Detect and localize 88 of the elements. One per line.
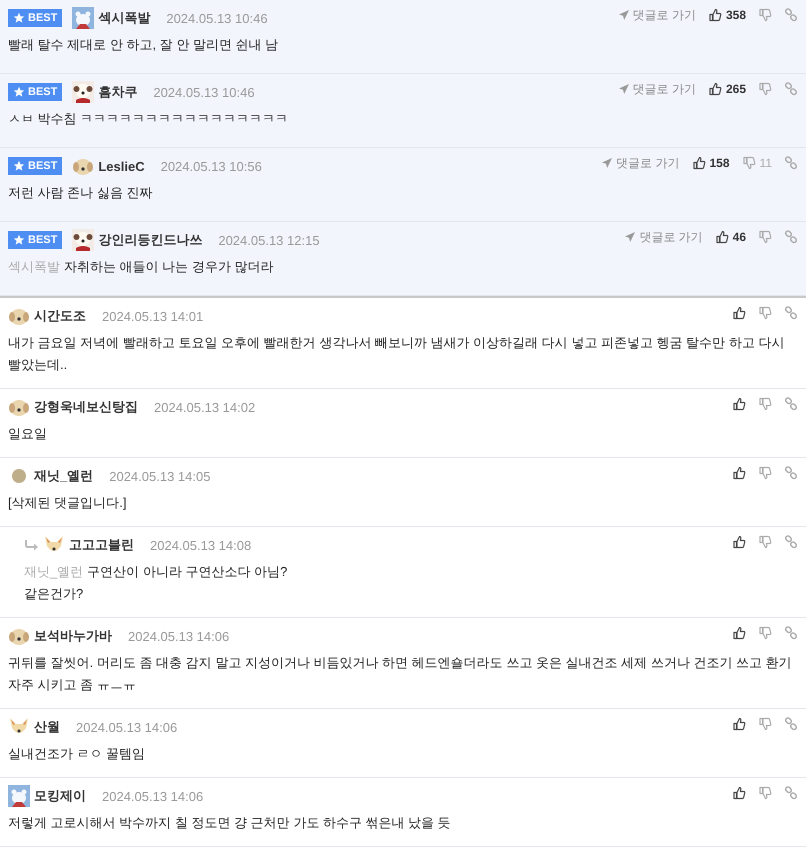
reply-arrow-icon xyxy=(24,539,39,551)
comment-date: 2024.05.13 14:01 xyxy=(102,308,204,324)
link-icon[interactable] xyxy=(784,306,798,320)
thumbs-down-icon[interactable] xyxy=(758,626,772,640)
comment-text: 저렇게 고로시해서 박수까지 칠 정도면 걍 근처만 가도 하수구 썪은내 났을 듯 xyxy=(8,814,451,832)
best-badge: BEST xyxy=(8,83,62,101)
nickname[interactable]: 고고고블린 xyxy=(69,536,134,554)
comment-text: 내가 금요일 저녁에 빨래하고 토요일 오후에 빨래한거 생각나서 빼보니까 냄새가 이상하길래 다시 넣고 피존넣고 헹굼 탈수만 하고 다시 빨았는데.. xyxy=(8,334,786,374)
comment-text: 실내건조가 ㄹㅇ 꿀템임 xyxy=(8,745,146,763)
comment-date: 2024.05.13 14:06 xyxy=(76,720,178,734)
link-icon[interactable] xyxy=(784,717,798,731)
thumbs-up-icon[interactable] xyxy=(714,230,729,244)
comment-date: 2024.05.13 14:02 xyxy=(154,400,256,414)
comment-date: 2024.05.13 10:46 xyxy=(153,84,255,100)
bear-avatar xyxy=(8,785,30,807)
link-icon[interactable] xyxy=(784,466,798,480)
comment-date: 2024.05.13 10:56 xyxy=(160,158,262,174)
thumbs-down-icon[interactable] xyxy=(758,535,772,549)
link-icon[interactable] xyxy=(784,397,798,411)
comment-date: 2024.05.13 14:08 xyxy=(150,538,252,552)
comment-text: 일요일 xyxy=(8,425,47,443)
thumbs-down-icon[interactable] xyxy=(742,156,756,170)
star-icon xyxy=(13,12,25,24)
link-icon[interactable] xyxy=(784,8,798,22)
thumbs-up-icon[interactable] xyxy=(732,397,746,411)
thumbs-up-icon[interactable] xyxy=(708,8,722,22)
dog-avatar xyxy=(72,81,94,103)
nickname[interactable]: 보석바누가바 xyxy=(34,627,112,645)
star-icon xyxy=(13,86,25,98)
best-badge: BEST xyxy=(8,157,62,175)
like-count: 358 xyxy=(726,8,746,22)
thumbs-down-icon[interactable] xyxy=(758,466,772,480)
like-count: 158 xyxy=(710,156,730,170)
thumbs-up-icon[interactable] xyxy=(732,466,746,480)
nickname[interactable]: 강형욱네보신탕집 xyxy=(34,398,138,416)
nickname[interactable]: 모킹제이 xyxy=(34,787,86,805)
like-count: 46 xyxy=(732,230,746,244)
thumbs-up-icon[interactable] xyxy=(732,717,746,731)
dog-avatar xyxy=(72,229,94,251)
send-icon xyxy=(601,157,614,169)
comment-text: ㅅㅂ 박수침 ㅋㅋㅋㅋㅋㅋㅋㅋㅋㅋㅋㅋㅋㅋㅋㅋ xyxy=(8,110,288,128)
thumbs-up-icon[interactable] xyxy=(708,82,722,96)
comment-date: 2024.05.13 10:46 xyxy=(166,10,268,26)
comment-text: 빨래 탈수 제대로 안 하고, 잘 안 말리면 쉰내 남 xyxy=(8,36,278,54)
thumbs-down-icon[interactable] xyxy=(758,397,772,411)
send-icon xyxy=(618,9,630,21)
like-count: 265 xyxy=(726,82,746,96)
send-icon xyxy=(618,83,630,95)
link-icon[interactable] xyxy=(784,535,798,549)
thumbs-up-icon[interactable] xyxy=(732,786,746,800)
thumbs-up-icon[interactable] xyxy=(732,535,746,549)
comment-date: 2024.05.13 14:05 xyxy=(109,468,210,484)
link-icon[interactable] xyxy=(784,82,798,96)
comment-text: [삭제된 댓글입니다.] xyxy=(8,494,126,512)
nickname[interactable]: 시간도조 xyxy=(34,307,86,325)
star-icon xyxy=(13,234,25,246)
nickname[interactable]: 흠차쿠 xyxy=(98,83,138,101)
nickname[interactable]: 섹시폭발 xyxy=(98,9,150,27)
thumbs-down-icon[interactable] xyxy=(758,82,772,96)
dislike-count: 11 xyxy=(760,156,772,170)
star-icon xyxy=(13,160,25,172)
send-icon xyxy=(624,231,636,243)
link-icon[interactable] xyxy=(784,626,798,640)
thumbs-down-icon[interactable] xyxy=(758,8,772,22)
nickname[interactable]: 강인리등킨드나쓰 xyxy=(98,231,202,249)
best-badge: BEST xyxy=(8,9,62,27)
nickname[interactable]: 산월 xyxy=(34,718,60,736)
comment-text: 귀뒤를 잘씻어. 머리도 좀 대충 감지 말고 지성이거나 비듬있거나 하면 헤드엔숄더라도 쓰고 옷은 실내건조 세제 쓰거나 건조기 쓰고 환기 자주 시키고 좀 ㅠㅡㅠ xyxy=(8,654,793,694)
thumbs-up-icon[interactable] xyxy=(732,306,746,320)
link-icon[interactable] xyxy=(784,230,798,244)
thumbs-up-icon[interactable] xyxy=(692,156,706,170)
comment-date: 2024.05.13 14:06 xyxy=(128,628,230,644)
thumbs-down-icon[interactable] xyxy=(758,786,772,800)
comment-date: 2024.05.13 14:06 xyxy=(102,788,204,804)
nickname[interactable]: LeslieC xyxy=(98,158,145,174)
thumbs-down-icon[interactable] xyxy=(758,717,772,731)
thumbs-down-icon[interactable] xyxy=(758,306,772,320)
thumbs-down-icon[interactable] xyxy=(758,230,772,244)
comment-text: 재닛_옐런 구연산이 아니라 구연산소다 아님? 같은건가? xyxy=(24,563,288,603)
nickname[interactable]: 재닛_옐런 xyxy=(34,467,94,485)
comment-text: 섹시폭발 자취하는 애들이 나는 경우가 많더라 xyxy=(8,258,274,276)
link-icon[interactable] xyxy=(784,786,798,800)
thumbs-up-icon[interactable] xyxy=(732,626,746,640)
best-badge: BEST xyxy=(8,231,62,249)
comment-text: 저런 사람 존나 싫음 진짜 xyxy=(8,184,152,202)
comment-date: 2024.05.13 12:15 xyxy=(218,232,320,248)
link-icon[interactable] xyxy=(784,156,798,170)
bear-avatar xyxy=(72,7,94,29)
